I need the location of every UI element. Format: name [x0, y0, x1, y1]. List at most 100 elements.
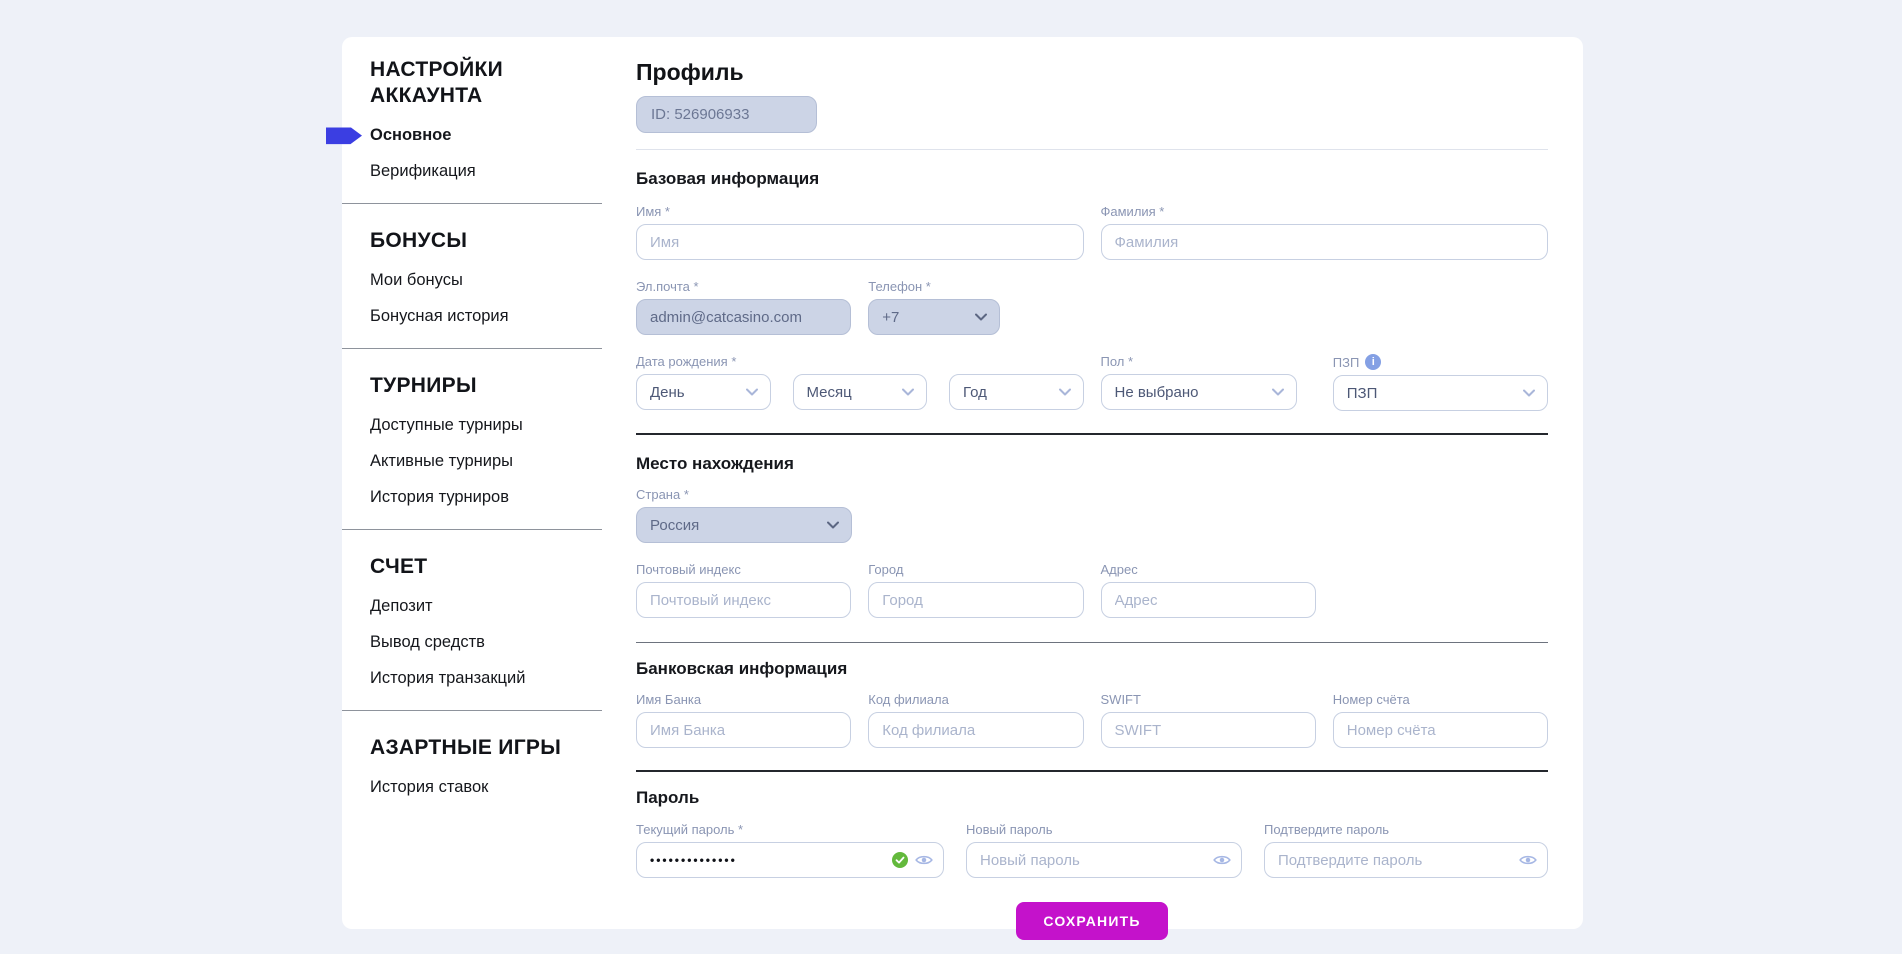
bank-name-input[interactable] [636, 712, 851, 748]
address-group: Адрес [1101, 562, 1316, 618]
address-input[interactable] [1101, 582, 1316, 618]
user-id-value: ID: 526906933 [651, 106, 749, 123]
swift-group: SWIFT [1101, 692, 1316, 748]
sidebar-section-title-account: СЧЕТ [370, 554, 578, 580]
eye-icon[interactable] [915, 854, 933, 867]
account-number-input[interactable] [1333, 712, 1548, 748]
sidebar-section-title-bonuses: БОНУСЫ [370, 228, 578, 254]
account-number-group: Номер счёта [1333, 692, 1548, 748]
sidebar-item-tournament-history[interactable]: История турниров [370, 488, 578, 507]
valid-check-icon [892, 852, 908, 868]
gender-group: Пол * Не выбрано [1101, 354, 1316, 411]
last-name-group: Фамилия * [1101, 204, 1549, 260]
birth-month-select[interactable]: Месяц [793, 374, 928, 410]
postal-code-input[interactable] [636, 582, 851, 618]
sidebar-item-withdrawal[interactable]: Вывод средств [370, 633, 578, 652]
sidebar-item-transaction-history[interactable]: История транзакций [370, 669, 578, 688]
country-select[interactable]: Россия [636, 507, 852, 543]
divider [636, 433, 1548, 435]
sidebar-item-label: История транзакций [370, 669, 525, 687]
account-number-label: Номер счёта [1333, 692, 1548, 707]
gender-value: Не выбрано [1115, 384, 1199, 401]
eye-icon[interactable] [1519, 854, 1537, 867]
pzp-select[interactable]: ПЗП [1333, 375, 1548, 411]
sidebar-item-label: Бонусная история [370, 307, 509, 325]
sidebar-item-available-tournaments[interactable]: Доступные турниры [370, 416, 578, 435]
sidebar-item-deposit[interactable]: Депозит [370, 597, 578, 616]
first-name-input[interactable] [636, 224, 1084, 260]
info-icon[interactable]: i [1365, 354, 1381, 370]
postal-code-label: Почтовый индекс [636, 562, 851, 577]
phone-code-value: +7 [882, 309, 899, 326]
section-heading-bank-info: Банковская информация [636, 659, 1548, 679]
city-group: Город [868, 562, 1083, 618]
save-button[interactable]: СОХРАНИТЬ [1016, 902, 1167, 940]
sidebar-item-label: Вывод средств [370, 633, 485, 651]
chevron-down-icon [975, 313, 987, 321]
sidebar-item-main[interactable]: Основное [370, 126, 578, 145]
bank-name-label: Имя Банка [636, 692, 851, 707]
birth-year-value: Год [963, 384, 987, 401]
current-password-group: Текущий пароль * [636, 822, 944, 878]
sidebar-item-label: История турниров [370, 488, 509, 506]
pzp-group: ПЗП i ПЗП [1333, 354, 1548, 411]
current-password-label: Текущий пароль * [636, 822, 944, 837]
last-name-label: Фамилия * [1101, 204, 1549, 219]
new-password-input[interactable] [966, 842, 1242, 878]
first-name-group: Имя * [636, 204, 1084, 260]
gender-label: Пол * [1101, 354, 1316, 369]
sidebar-item-label: Верификация [370, 162, 476, 180]
city-label: Город [868, 562, 1083, 577]
chevron-down-icon [902, 388, 914, 396]
email-label: Эл.почта * [636, 279, 851, 294]
chevron-down-icon [827, 521, 839, 529]
phone-group: Телефон * +7 [868, 279, 1083, 335]
sidebar: НАСТРОЙКИ АККАУНТА Основное Верификация … [342, 37, 602, 929]
sidebar-item-active-tournaments[interactable]: Активные турниры [370, 452, 578, 471]
pzp-value: ПЗП [1347, 385, 1378, 402]
postal-code-group: Почтовый индекс [636, 562, 851, 618]
phone-label: Телефон * [868, 279, 1083, 294]
city-input[interactable] [868, 582, 1083, 618]
chevron-down-icon [1272, 388, 1284, 396]
phone-code-select[interactable]: +7 [868, 299, 1000, 335]
new-password-group: Новый пароль [966, 822, 1242, 878]
account-settings-card: НАСТРОЙКИ АККАУНТА Основное Верификация … [342, 37, 1583, 929]
swift-label: SWIFT [1101, 692, 1316, 707]
active-item-arrow-icon [326, 127, 362, 144]
sidebar-section-title-account-settings: НАСТРОЙКИ АККАУНТА [370, 57, 578, 109]
sidebar-item-my-bonuses[interactable]: Мои бонусы [370, 271, 578, 290]
first-name-label: Имя * [636, 204, 1084, 219]
section-heading-password: Пароль [636, 788, 1548, 808]
birth-year-select[interactable]: Год [949, 374, 1084, 410]
birth-day-select[interactable]: День [636, 374, 771, 410]
divider [636, 642, 1548, 643]
confirm-password-group: Подтвердите пароль [1264, 822, 1548, 878]
birth-month-value: Месяц [807, 384, 852, 401]
eye-icon[interactable] [1213, 854, 1231, 867]
sidebar-section-title-gambling: АЗАРТНЫЕ ИГРЫ [370, 735, 578, 761]
sidebar-item-bonus-history[interactable]: Бонусная история [370, 307, 578, 326]
last-name-input[interactable] [1101, 224, 1549, 260]
birth-date-group: Дата рождения * День Месяц [636, 354, 1084, 411]
divider [636, 149, 1548, 150]
branch-code-input[interactable] [868, 712, 1083, 748]
gender-select[interactable]: Не выбрано [1101, 374, 1297, 410]
birth-day-value: День [650, 384, 685, 401]
user-id-field: ID: 526906933 [636, 96, 817, 133]
sidebar-item-bet-history[interactable]: История ставок [370, 778, 578, 797]
sidebar-divider [342, 529, 602, 530]
address-label: Адрес [1101, 562, 1316, 577]
bank-name-group: Имя Банка [636, 692, 851, 748]
sidebar-divider [342, 348, 602, 349]
branch-code-label: Код филиала [868, 692, 1083, 707]
confirm-password-input[interactable] [1264, 842, 1548, 878]
page-title: Профиль [636, 59, 1548, 86]
swift-input[interactable] [1101, 712, 1316, 748]
branch-code-group: Код филиала [868, 692, 1083, 748]
sidebar-item-verification[interactable]: Верификация [370, 162, 578, 181]
country-label: Страна * [636, 487, 852, 502]
section-heading-location: Место нахождения [636, 454, 1548, 474]
chevron-down-icon [746, 388, 758, 396]
pzp-label: ПЗП [1333, 355, 1360, 370]
